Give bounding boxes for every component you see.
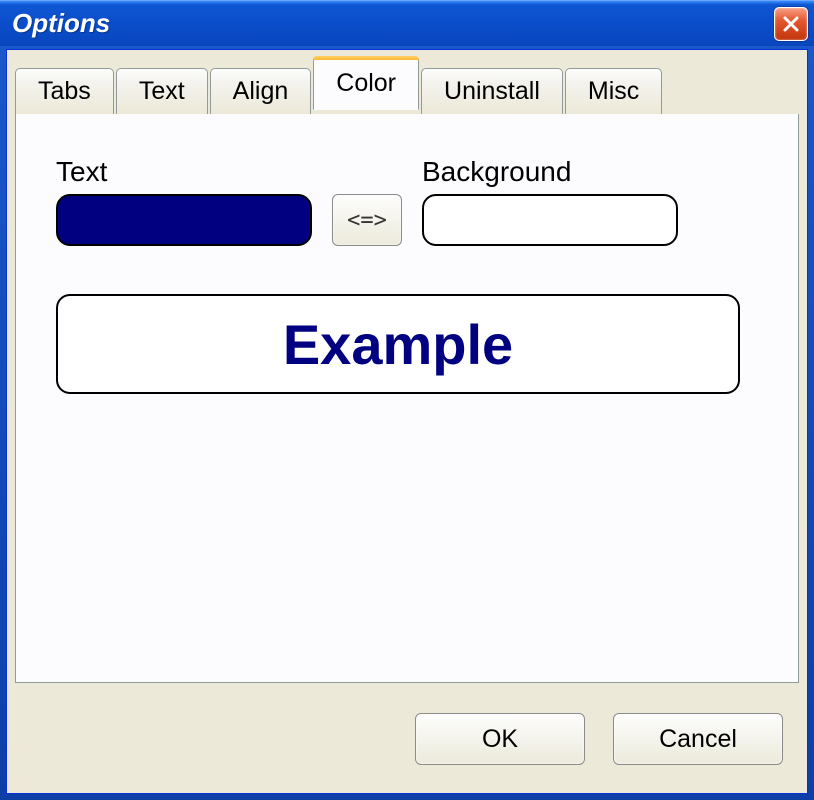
cancel-button[interactable]: Cancel — [613, 713, 783, 765]
window-title: Options — [12, 8, 774, 39]
close-icon — [783, 16, 799, 32]
titlebar[interactable]: Options — [0, 0, 814, 46]
example-preview: Example — [56, 294, 740, 394]
background-color-label: Background — [422, 156, 678, 188]
tab-tabs[interactable]: Tabs — [15, 68, 114, 114]
dialog-buttons: OK Cancel — [415, 713, 783, 765]
swap-colors-button[interactable]: <=> — [332, 194, 402, 246]
tabstrip: Tabs Text Align Color Uninstall Misc — [7, 50, 807, 110]
client-area: Tabs Text Align Color Uninstall Misc Tex… — [6, 49, 808, 794]
ok-button[interactable]: OK — [415, 713, 585, 765]
background-color-group: Background — [422, 156, 678, 246]
text-color-group: Text — [56, 156, 312, 246]
color-row: Text <=> Background — [56, 156, 758, 246]
tab-text[interactable]: Text — [116, 68, 208, 114]
tab-misc[interactable]: Misc — [565, 68, 662, 114]
text-color-label: Text — [56, 156, 312, 188]
options-window: Options Tabs Text Align Color Uninstall … — [0, 0, 814, 800]
close-button[interactable] — [774, 7, 808, 41]
text-color-swatch[interactable] — [56, 194, 312, 246]
color-panel: Text <=> Background Example — [15, 114, 799, 683]
background-color-swatch[interactable] — [422, 194, 678, 246]
tab-uninstall[interactable]: Uninstall — [421, 68, 563, 114]
tab-color[interactable]: Color — [313, 56, 419, 110]
tab-align[interactable]: Align — [210, 68, 312, 114]
